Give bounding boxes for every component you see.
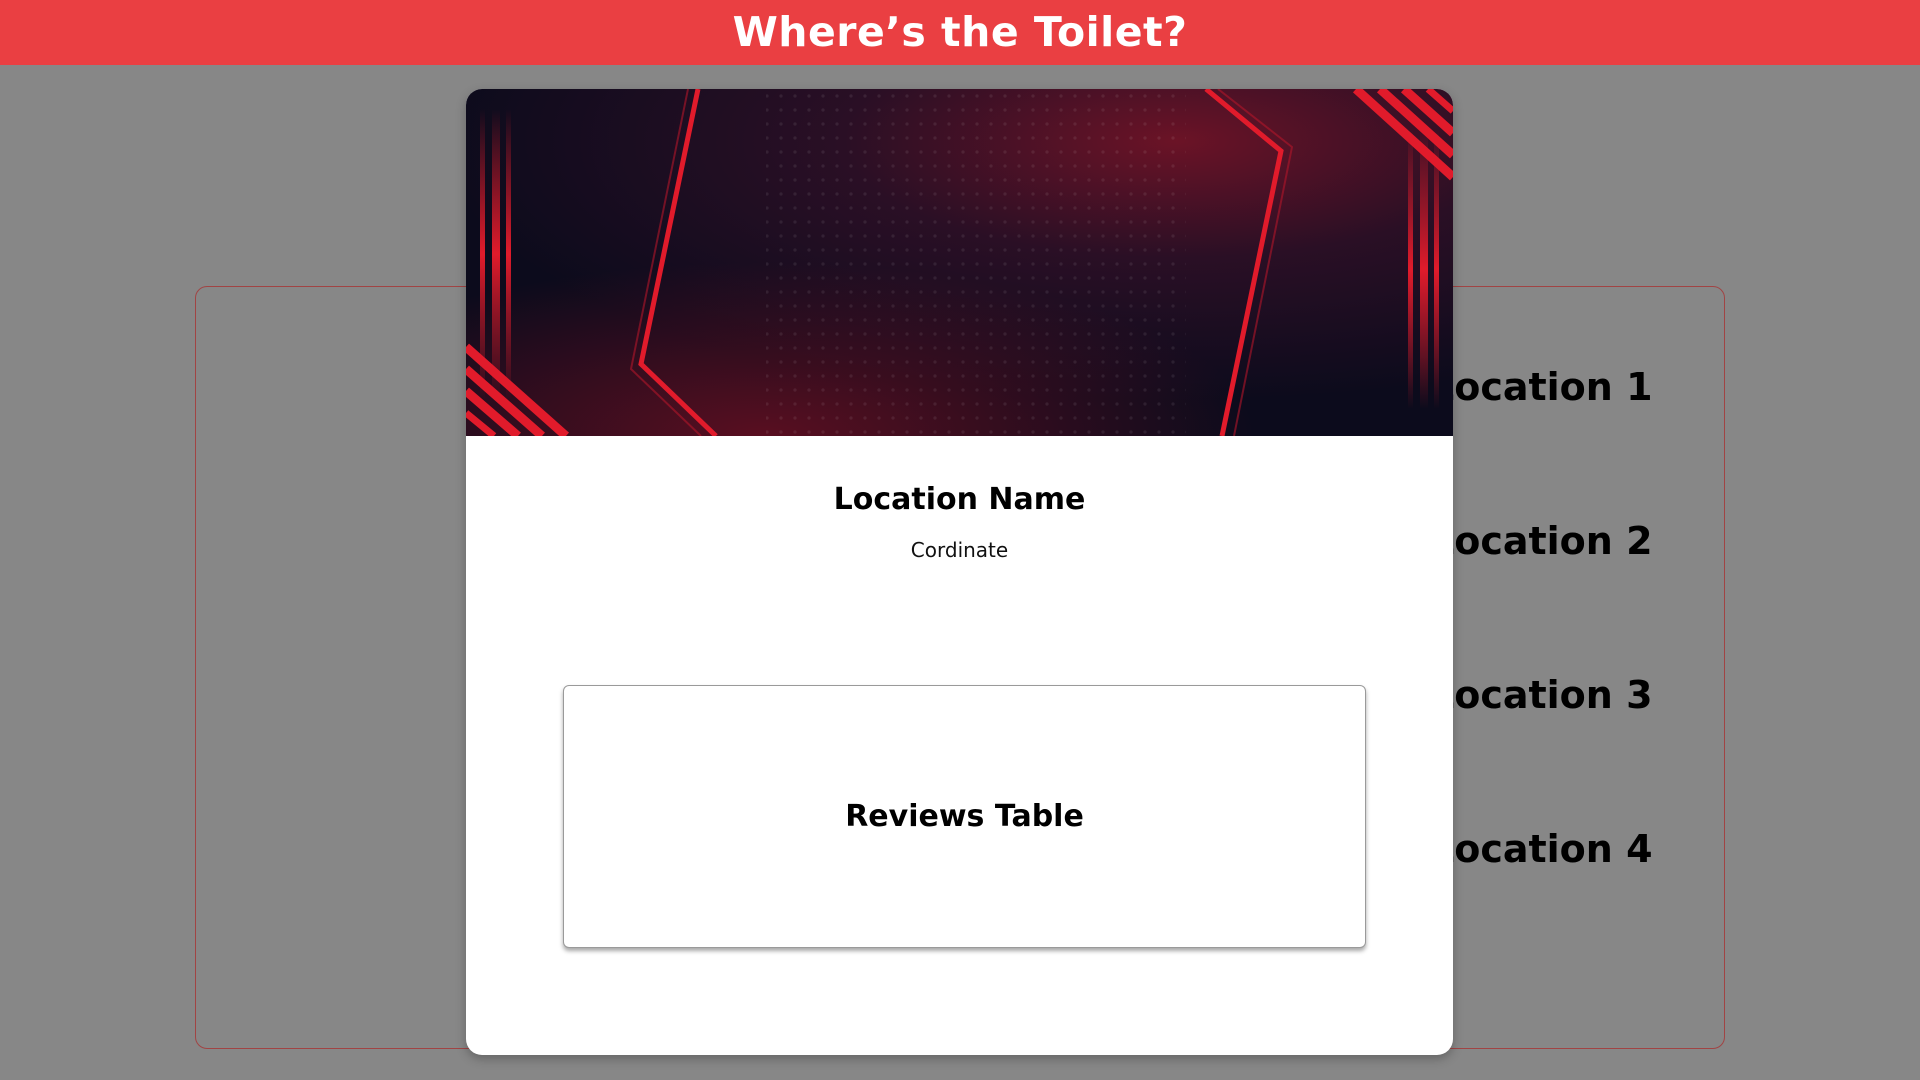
location-item-3[interactable]: Location 3 bbox=[1430, 676, 1653, 714]
location-name: Location Name bbox=[833, 482, 1086, 517]
location-item-4[interactable]: Location 4 bbox=[1430, 830, 1653, 868]
app-title: Where’s the Toilet? bbox=[732, 8, 1188, 56]
location-item-1[interactable]: Location 1 bbox=[1430, 368, 1653, 406]
location-detail-modal: Location Name Cordinate Reviews Table bbox=[466, 89, 1453, 1055]
location-item-2[interactable]: Location 2 bbox=[1430, 522, 1653, 560]
reviews-table[interactable]: Reviews Table bbox=[563, 685, 1366, 948]
location-coordinate: Cordinate bbox=[910, 538, 1009, 562]
app-header: Where’s the Toilet? bbox=[0, 0, 1920, 65]
banner-image bbox=[466, 89, 1453, 436]
reviews-table-label: Reviews Table bbox=[845, 799, 1084, 834]
